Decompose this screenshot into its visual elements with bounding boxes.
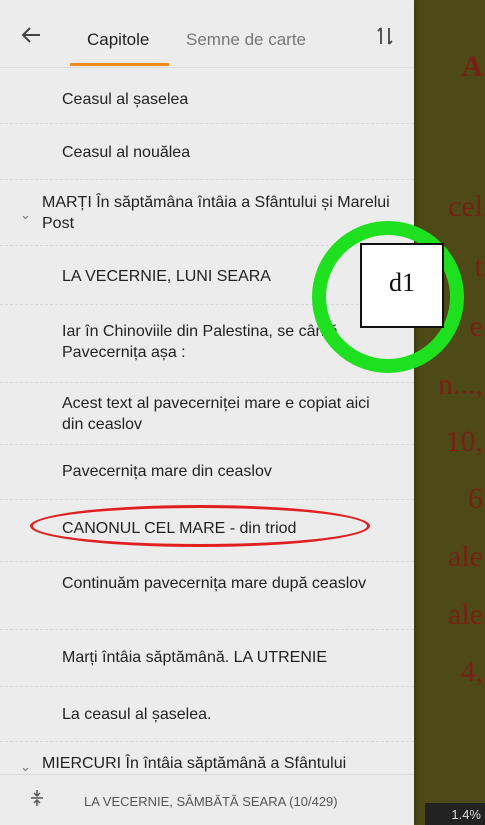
- reading-progress: 1.4%: [425, 803, 485, 825]
- toc-item[interactable]: Pavecernița mare din ceaslov: [0, 445, 414, 500]
- reader-text: ale: [448, 540, 483, 573]
- toc-item[interactable]: Ceasul al șaselea: [0, 68, 414, 124]
- collapse-icon[interactable]: [28, 789, 46, 812]
- chevron-down-icon[interactable]: ⌄: [20, 204, 31, 225]
- reader-text: 6: [468, 482, 483, 515]
- reader-text: 4,: [460, 655, 484, 688]
- reader-text: t: [474, 250, 483, 283]
- reader-text: cel: [448, 190, 483, 223]
- active-tab-indicator: [70, 63, 169, 66]
- toc-item[interactable]: La ceasul al șaselea.: [0, 687, 414, 742]
- chevron-down-icon[interactable]: ⌄: [20, 756, 31, 774]
- toc-item[interactable]: Marți întâia săptămână. LA UTRENIE: [0, 630, 414, 687]
- toc-list: Ceasul al șaselea Ceasul al nouălea ⌄ MA…: [0, 68, 414, 774]
- toc-item[interactable]: Acest text al pavecerniței mare e copiat…: [0, 383, 414, 445]
- current-position-label: LA VECERNIE, SÂMBĂTĂ SEARA (10/429): [84, 794, 338, 809]
- toc-item[interactable]: Continuăm pavecernița mare după ceaslov: [0, 562, 414, 630]
- reader-text: 10,: [445, 425, 484, 458]
- reader-text: ale: [448, 598, 483, 631]
- toc-item[interactable]: Ceasul al nouălea: [0, 124, 414, 180]
- sort-icon[interactable]: [373, 24, 397, 48]
- annotation-label: d1: [360, 243, 444, 328]
- tab-chapters[interactable]: Capitole: [87, 30, 149, 50]
- toc-drawer: Capitole Semne de carte Ceasul al șasele…: [0, 0, 414, 825]
- toc-group-item[interactable]: ⌄ MIERCURI În întâia săptămână a Sfântul…: [0, 742, 414, 774]
- back-arrow-icon[interactable]: [18, 22, 44, 48]
- reader-text: n...,: [438, 368, 483, 401]
- drawer-footer[interactable]: LA VECERNIE, SÂMBĂTĂ SEARA (10/429): [0, 774, 414, 825]
- tab-bookmarks[interactable]: Semne de carte: [186, 30, 306, 50]
- reader-page: A cel t e n..., 10, 6 ale ale 4, 1.4%: [414, 0, 485, 825]
- annotation-red-ellipse: [30, 505, 370, 547]
- reader-text: e: [469, 310, 483, 343]
- drawer-header: Capitole Semne de carte: [0, 0, 414, 68]
- reader-text: A: [461, 50, 483, 83]
